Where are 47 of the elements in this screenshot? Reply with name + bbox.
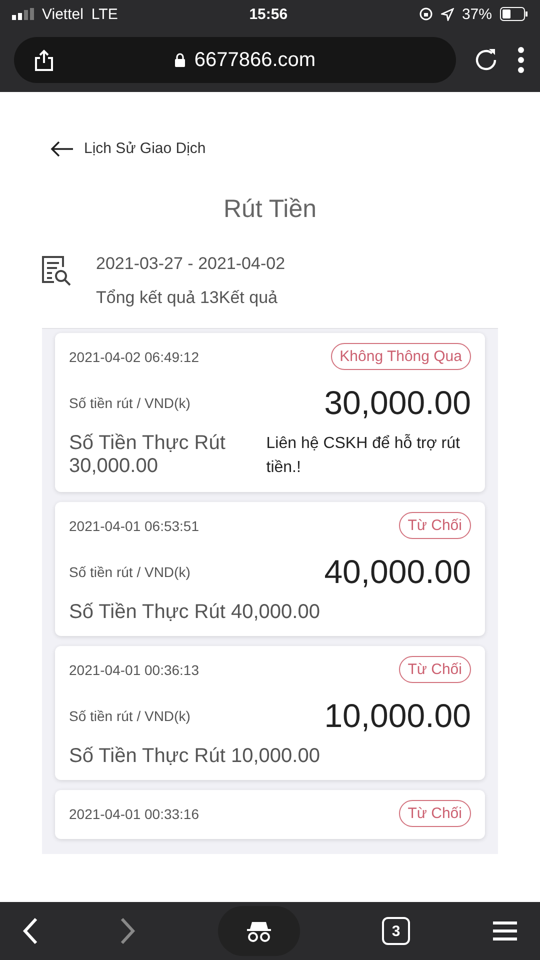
share-icon[interactable] <box>34 49 54 71</box>
actual-amount: Số Tiền Thực Rút 40,000.00 <box>69 601 320 624</box>
carrier-name: Viettel <box>42 6 84 22</box>
incognito-icon <box>246 920 272 942</box>
amount-value: 10,000.00 <box>324 697 471 735</box>
tab-count-button[interactable]: 3 <box>382 917 410 945</box>
date-range[interactable]: 2021-03-27 - 2021-04-02 <box>96 254 286 274</box>
transaction-time: 2021-04-02 06:49:12 <box>69 348 199 364</box>
back-icon[interactable] <box>22 917 38 945</box>
signal-icon <box>12 8 34 20</box>
actual-amount: Số Tiền Thực Rút 30,000.00 <box>69 432 226 478</box>
back-link[interactable]: Lịch Sử Giao Dịch <box>84 140 206 157</box>
battery-icon <box>500 7 528 21</box>
transaction-card[interactable]: 2021-04-01 00:36:13 Từ Chối Số tiền rút / VND(k) 10,000.00 Số Tiền Thực Rút 10,000.00 <box>55 646 485 780</box>
amount-label: Số tiền rút / VND(k) <box>69 395 190 411</box>
address-bar[interactable]: 6677866.com <box>14 37 456 83</box>
status-badge: Từ Chối <box>398 512 471 539</box>
search-list-icon <box>40 254 72 286</box>
network-type: LTE <box>91 6 118 22</box>
status-badge: Không Thông Qua <box>330 343 471 370</box>
transaction-time: 2021-04-01 00:33:16 <box>69 806 199 822</box>
transaction-card[interactable]: 2021-04-01 00:33:16 Từ Chối <box>55 790 485 839</box>
amount-label: Số tiền rút / VND(k) <box>69 708 190 724</box>
page-title: Rút Tiền <box>222 195 318 224</box>
note-text: Liên hệ CSKH để hỗ trợ rút tiền.! <box>266 433 461 478</box>
more-icon[interactable] <box>516 46 526 74</box>
url-text: 6677866.com <box>194 48 316 72</box>
rotation-lock-icon <box>418 7 433 21</box>
clock-time: 15:56 <box>249 6 288 22</box>
actual-amount: Số Tiền Thực Rút 10,000.00 <box>69 745 320 768</box>
transaction-card[interactable]: 2021-04-02 06:49:12 Không Thông Qua Số tiền rút / VND(k) 30,000.00 Số Tiền Thực Rút 30,000.00 Liên hệ CSKH để hỗ trợ rút tiền.! <box>55 333 485 492</box>
result-count: Tổng kết quả 13Kết quả <box>96 288 278 308</box>
battery-percent: 37% <box>462 6 492 22</box>
location-arrow-icon <box>440 8 454 20</box>
menu-icon[interactable] <box>492 920 518 942</box>
status-badge: Từ Chối <box>398 656 471 683</box>
amount-value: 40,000.00 <box>324 553 471 591</box>
back-arrow-icon[interactable] <box>50 140 74 156</box>
amount-value: 30,000.00 <box>324 384 471 422</box>
lock-icon <box>174 53 186 67</box>
amount-label: Số tiền rút / VND(k) <box>69 564 190 580</box>
transaction-time: 2021-04-01 06:53:51 <box>69 518 199 534</box>
transaction-time: 2021-04-01 00:36:13 <box>69 662 199 678</box>
forward-icon[interactable] <box>120 917 136 945</box>
transaction-card[interactable]: 2021-04-01 06:53:51 Từ Chối Số tiền rút / VND(k) 40,000.00 Số Tiền Thực Rút 40,000.00 <box>55 502 485 636</box>
incognito-button[interactable] <box>218 906 300 956</box>
status-badge: Từ Chối <box>398 800 471 827</box>
